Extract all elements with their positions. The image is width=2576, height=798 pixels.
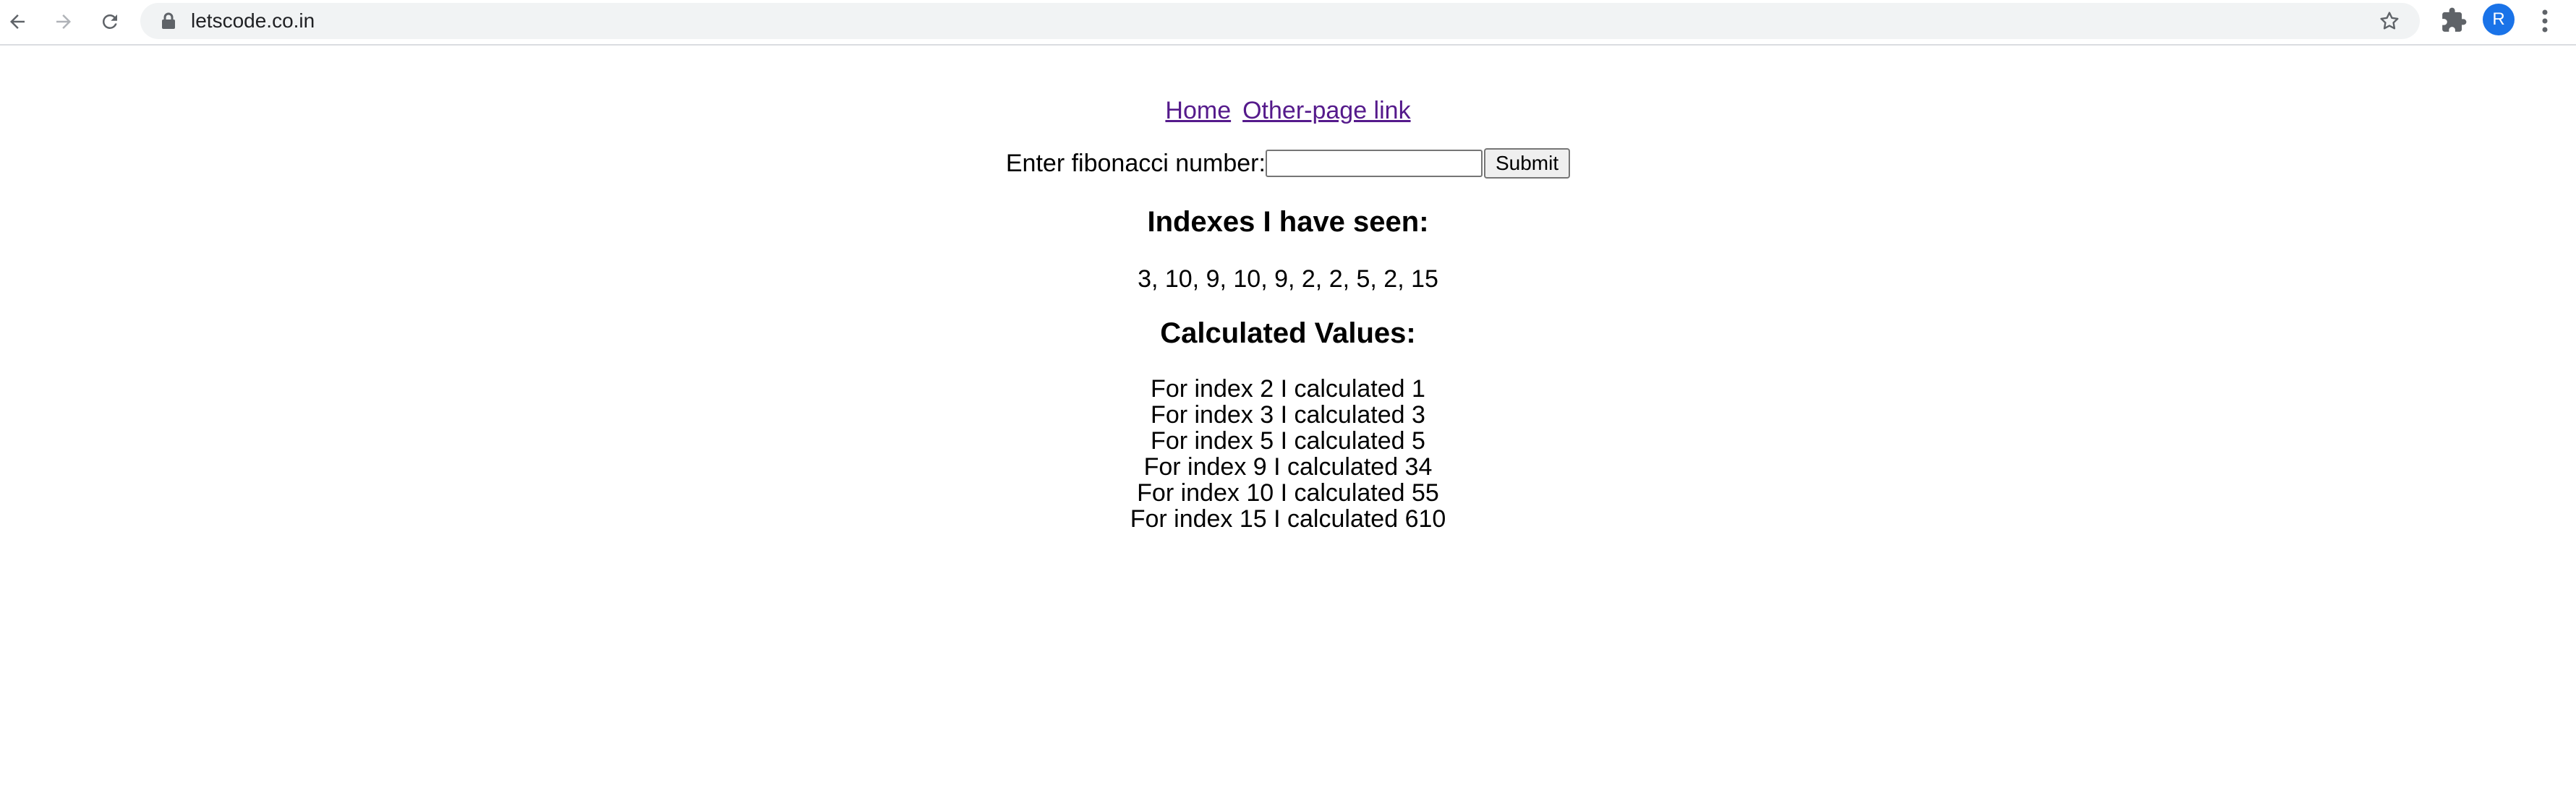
list-item: For index 5 I calculated 5 xyxy=(1151,427,1425,455)
page-content: Home Other-page link Enter fibonacci numb… xyxy=(0,46,2576,798)
calculated-values-list: For index 2 I calculated 1 For index 3 I… xyxy=(0,376,2576,532)
list-item: For index 15 I calculated 610 xyxy=(1130,505,1446,533)
browser-toolbar: letscode.co.in R xyxy=(0,0,2576,46)
fibonacci-input[interactable] xyxy=(1265,150,1483,177)
reload-icon[interactable] xyxy=(93,4,127,39)
address-bar[interactable]: letscode.co.in xyxy=(140,3,2420,39)
star-icon[interactable] xyxy=(2378,9,2401,33)
home-link[interactable]: Home xyxy=(1165,97,1231,124)
list-item: For index 9 I calculated 34 xyxy=(1143,453,1433,481)
other-page-link[interactable]: Other-page link xyxy=(1242,97,1410,124)
fibonacci-label: Enter fibonacci number: xyxy=(1005,150,1266,177)
url-text[interactable]: letscode.co.in xyxy=(191,3,315,39)
profile-avatar[interactable]: R xyxy=(2483,4,2515,35)
back-icon[interactable] xyxy=(0,4,35,39)
submit-button[interactable]: Submit xyxy=(1483,148,1571,179)
lock-icon[interactable] xyxy=(161,12,176,30)
list-item: For index 2 I calculated 1 xyxy=(1151,375,1425,403)
indexes-list: 3, 10, 9, 10, 9, 2, 2, 5, 2, 15 xyxy=(1138,265,1438,293)
extensions-icon[interactable] xyxy=(2440,7,2468,34)
list-item: For index 3 I calculated 3 xyxy=(1151,401,1425,429)
indexes-heading: Indexes I have seen: xyxy=(1147,206,1429,238)
forward-icon[interactable] xyxy=(46,4,81,39)
nav-links: Home Other-page link xyxy=(0,96,2576,125)
fibonacci-form: Enter fibonacci number: Submit xyxy=(0,147,2576,180)
list-item: For index 10 I calculated 55 xyxy=(1137,479,1439,507)
menu-icon[interactable] xyxy=(2534,5,2556,37)
values-heading: Calculated Values: xyxy=(1160,317,1416,349)
